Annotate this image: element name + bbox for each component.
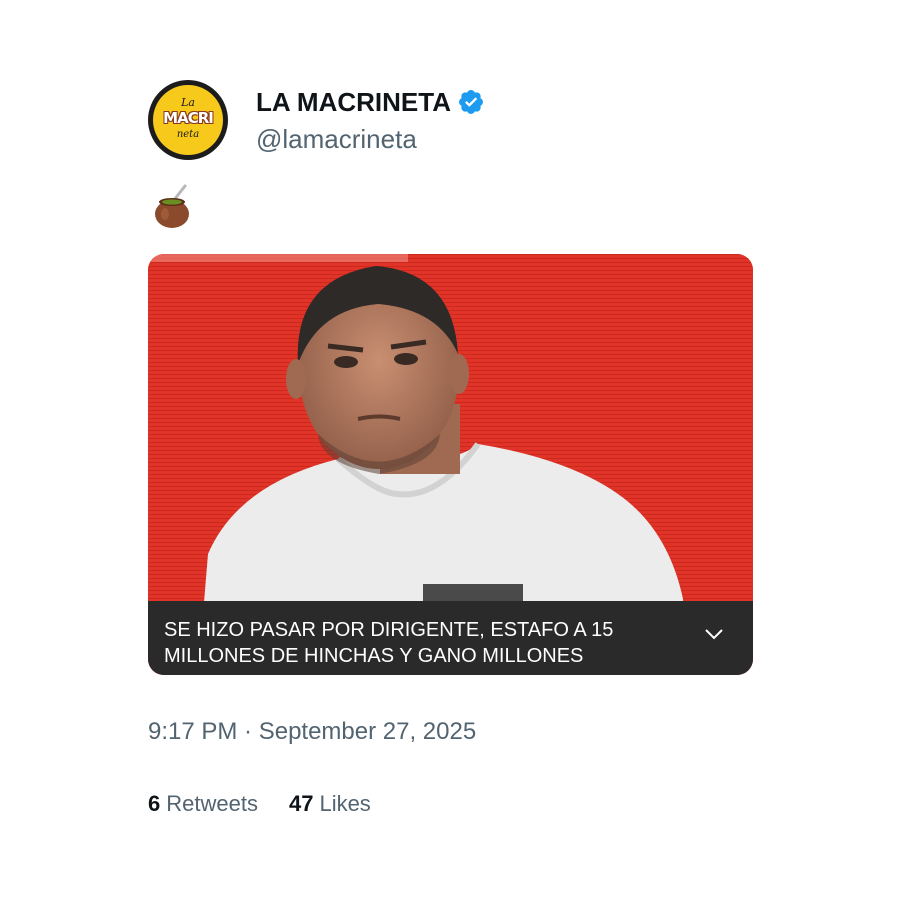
avatar-logo: La MACRI neta — [153, 85, 223, 155]
chevron-down-icon[interactable] — [704, 627, 724, 641]
tweet-timestamp[interactable]: 9:17 PM · September 27, 2025 — [148, 718, 476, 746]
tweet-header: La MACRI neta LA MACRINETA @lamacrineta — [148, 80, 768, 160]
avatar-logo-text-la: La — [181, 96, 195, 109]
avatar-logo-text-neta: neta — [176, 129, 200, 140]
retweets-count: 6 — [148, 791, 161, 816]
author-name-row: LA MACRINETA — [256, 84, 485, 120]
media-caption: SE HIZO PASAR POR DIRIGENTE, ESTAFO A 15… — [164, 619, 614, 667]
retweets-stat[interactable]: 6 Retweets — [148, 791, 258, 817]
media-caption-bar: SE HIZO PASAR POR DIRIGENTE, ESTAFO A 15… — [148, 601, 753, 675]
author-handle[interactable]: @lamacrineta — [256, 124, 417, 155]
retweets-label: Retweets — [166, 791, 258, 816]
author-display-name[interactable]: LA MACRINETA — [256, 87, 451, 118]
avatar[interactable]: La MACRI neta — [148, 80, 228, 160]
likes-count: 47 — [288, 791, 314, 816]
tweet-stats: 6 Retweets 47 Likes — [148, 791, 371, 817]
mate-gourd-emoji — [155, 184, 189, 228]
avatar-logo-text-macri: MACRI — [163, 109, 214, 127]
tweet-media[interactable]: SE HIZO PASAR POR DIRIGENTE, ESTAFO A 15… — [148, 254, 753, 675]
likes-label: Likes — [319, 791, 371, 816]
likes-stat[interactable]: 47 Likes — [289, 791, 371, 817]
verified-badge-icon — [459, 90, 483, 114]
